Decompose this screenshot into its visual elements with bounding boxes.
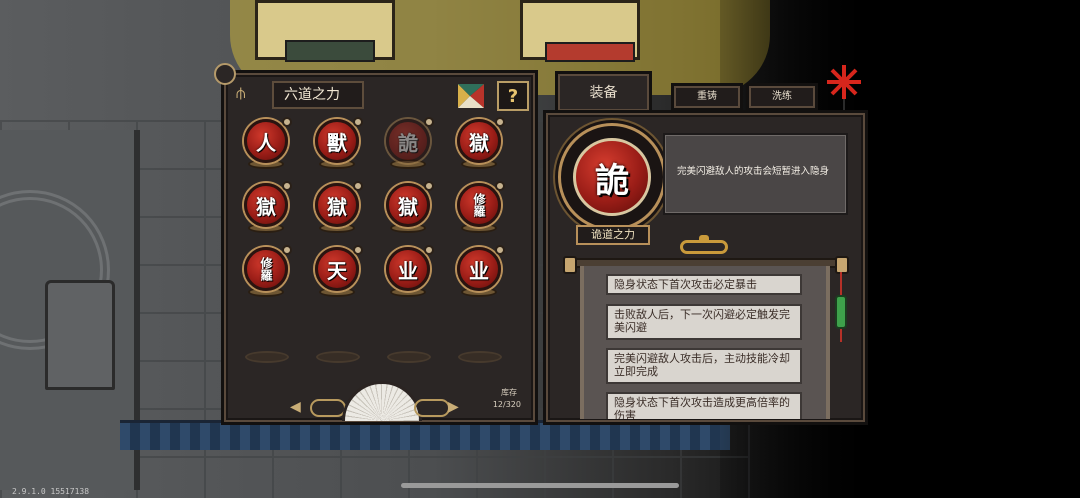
- power-orb-glyph: 獸: [315, 119, 359, 163]
- orb-badge-icon: [282, 245, 292, 255]
- power-orb[interactable]: 修羅: [455, 181, 505, 233]
- stone-lantern: [45, 280, 115, 390]
- stock-count: 12/320: [492, 400, 521, 409]
- home-indicator[interactable]: [401, 483, 679, 488]
- power-orb-glyph: 獄: [386, 183, 430, 227]
- six-paths-panel: ⫛ 六道之力 ? 人獸詭獄獄獄獄修羅 修羅天业业 ◀ ▶ 库存 12/320: [214, 63, 538, 425]
- selected-power-description: 完美闪避敌人的攻击会短暂进入隐身: [677, 166, 830, 177]
- help-button[interactable]: ?: [497, 81, 529, 111]
- orb-badge-icon: [353, 181, 363, 191]
- perk-item: 隐身状态下首次攻击必定暴击: [606, 274, 802, 295]
- selected-power-name: 诡道之力: [576, 225, 650, 245]
- power-orb[interactable]: 人: [242, 117, 292, 169]
- perk-item: 完美闪避敌人攻击后，主动技能冷却立即完成: [606, 348, 802, 384]
- power-orb-glyph: 修羅: [244, 247, 288, 291]
- left-arrow-icon[interactable]: ◀: [290, 399, 301, 415]
- pinwheel-icon[interactable]: [827, 65, 861, 111]
- power-orb[interactable]: 修羅: [242, 245, 292, 297]
- tab-recast[interactable]: 重铸: [671, 83, 743, 111]
- selected-power-orb: 詭: [558, 123, 666, 231]
- orb-badge-icon: [353, 117, 363, 127]
- fan-icon: [342, 381, 422, 421]
- power-orb-glyph: 业: [386, 247, 430, 291]
- tab-equip[interactable]: 装备: [555, 71, 652, 114]
- power-orb[interactable]: 獄: [242, 181, 292, 233]
- orb-badge-icon: [424, 117, 434, 127]
- power-orb[interactable]: 业: [455, 245, 505, 297]
- empty-orb-slot[interactable]: [245, 351, 289, 363]
- cloud-ornament-left: [310, 399, 346, 417]
- orb-badge-icon: [495, 117, 505, 127]
- triangle-palette-icon[interactable]: [455, 81, 487, 111]
- perk-item: 隐身状态下首次攻击造成更高倍率的伤害: [606, 392, 802, 419]
- cloud-ornament-right: [414, 399, 450, 417]
- power-orb-glyph: 詭: [386, 119, 430, 163]
- shop-sign-left: [285, 40, 375, 62]
- empty-orb-slot[interactable]: [458, 351, 502, 363]
- empty-orb-slot[interactable]: [387, 351, 431, 363]
- selected-power-glyph: 詭: [573, 138, 651, 216]
- orb-badge-icon: [424, 245, 434, 255]
- perk-scroll[interactable]: 隐身状态下首次攻击必定暴击 击败敌人后，下一次闪避必定触发完美闪避 完美闪避敌人…: [580, 266, 830, 419]
- empty-orb-slot[interactable]: [316, 351, 360, 363]
- panel-title: 六道之力: [272, 81, 364, 109]
- trident-ornament-icon: ⫛: [236, 83, 246, 102]
- power-orb[interactable]: 獄: [313, 181, 363, 233]
- version-label: 2.9.1.0 15517138: [12, 487, 90, 496]
- orb-badge-icon: [424, 181, 434, 191]
- perk-item: 击败敌人后，下一次闪避必定触发完美闪避: [606, 304, 802, 340]
- shop-sign-right: [545, 42, 635, 62]
- power-orb-glyph: 人: [244, 119, 288, 163]
- gold-knot-ornament: [680, 235, 728, 254]
- orb-badge-icon: [353, 245, 363, 255]
- orb-badge-icon: [495, 181, 505, 191]
- power-orb[interactable]: 獸: [313, 117, 363, 169]
- tab-wash[interactable]: 洗练: [746, 83, 818, 111]
- power-orb-glyph: 业: [457, 247, 501, 291]
- power-orb[interactable]: 天: [313, 245, 363, 297]
- power-orb[interactable]: 詭: [384, 117, 434, 169]
- right-arrow-icon[interactable]: ▶: [448, 399, 459, 415]
- power-orb[interactable]: 獄: [384, 181, 434, 233]
- jade-pendant-icon: [835, 295, 847, 329]
- orb-badge-icon: [282, 181, 292, 191]
- power-orb-glyph: 天: [315, 247, 359, 291]
- corner-ornament: [214, 63, 236, 85]
- game-world-background: [0, 0, 1080, 498]
- power-orb-glyph: 修羅: [457, 183, 501, 227]
- question-icon: ?: [507, 85, 519, 107]
- orb-badge-icon: [495, 245, 505, 255]
- power-orb-glyph: 獄: [457, 119, 501, 163]
- power-orb-glyph: 獄: [315, 183, 359, 227]
- stock-label: 库存: [501, 388, 517, 397]
- power-orb[interactable]: 獄: [455, 117, 505, 169]
- orb-badge-icon: [282, 117, 292, 127]
- power-orb[interactable]: 业: [384, 245, 434, 297]
- power-orb-glyph: 獄: [244, 183, 288, 227]
